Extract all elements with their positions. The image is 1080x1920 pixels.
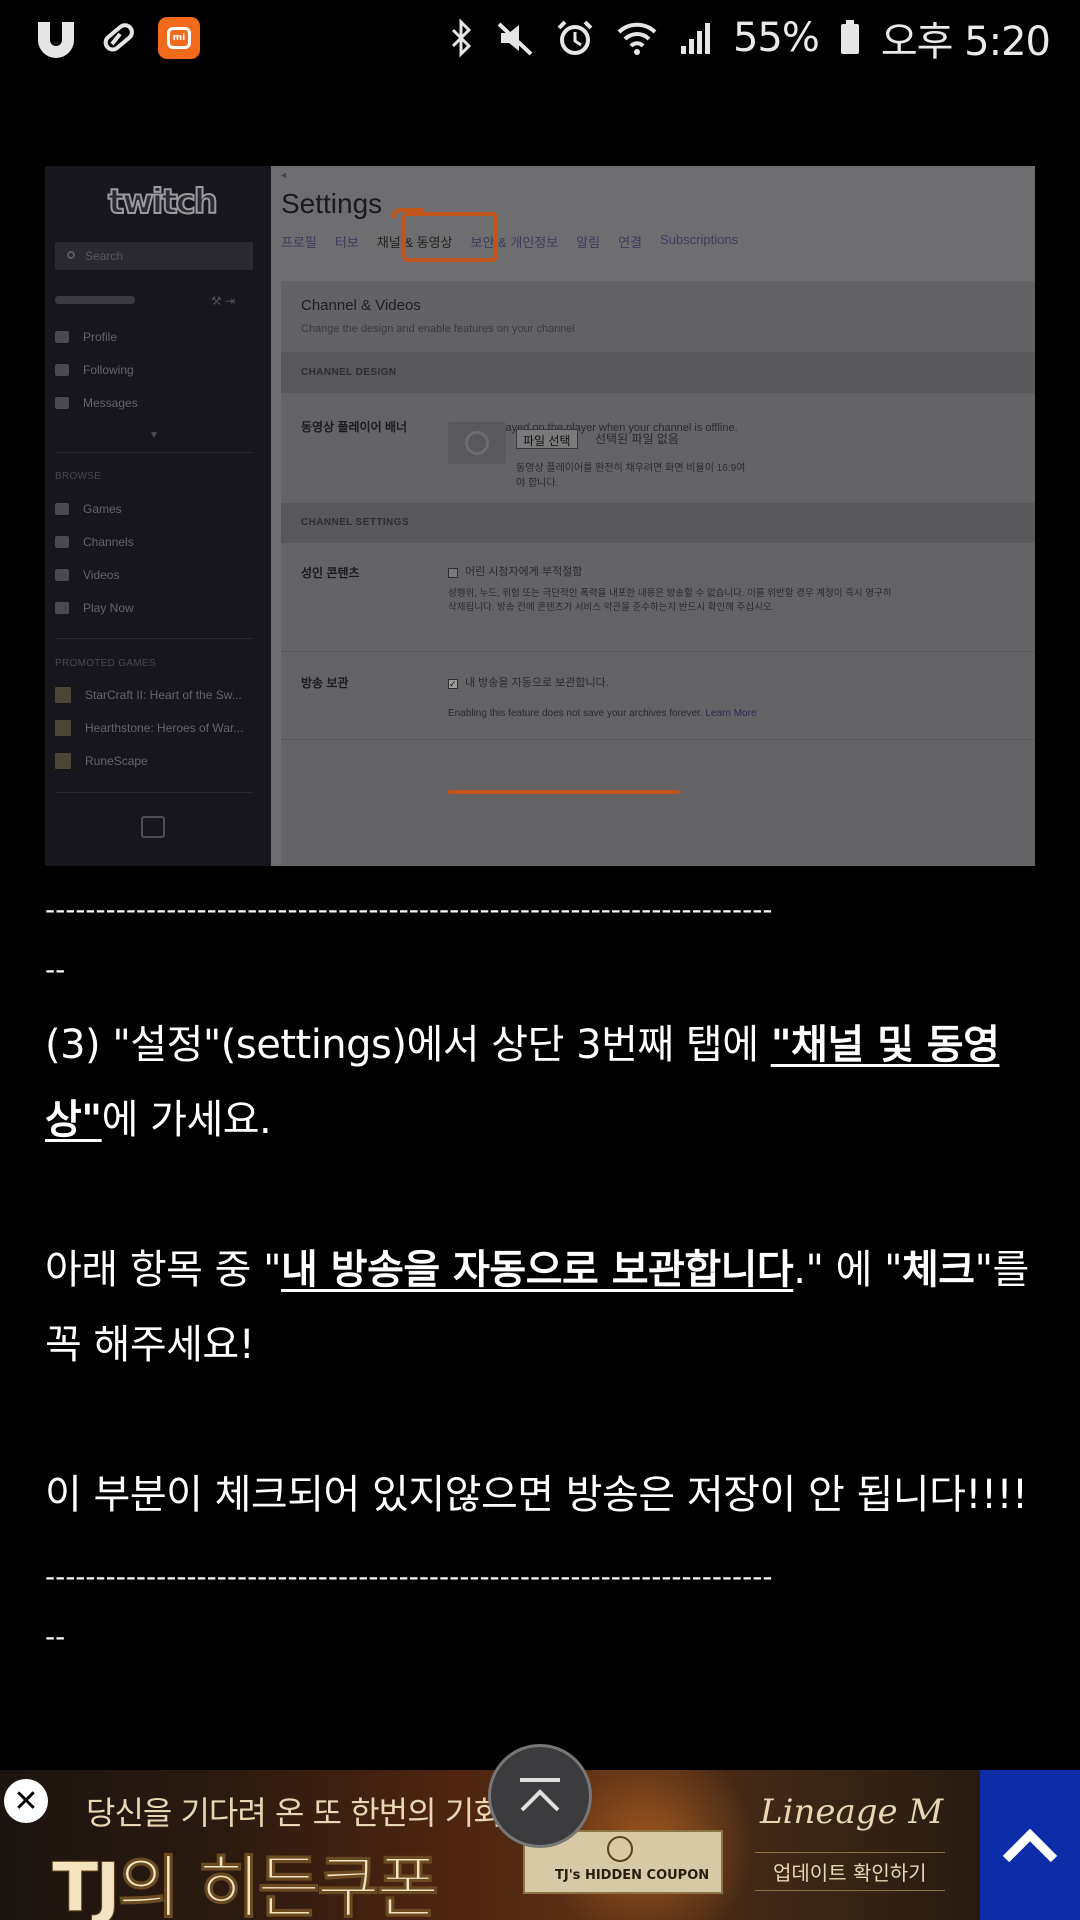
twitch-logo: twitch: [107, 181, 219, 223]
archive-label: 방송 보관: [301, 676, 349, 690]
panel-subtitle: Change the design and enable features on…: [301, 323, 575, 335]
game-thumbnail: [55, 753, 71, 769]
settings-tabs: 프로필 터보 채널 & 동영상 보안 & 개인정보 알림 연결 Subscrip…: [281, 232, 738, 251]
mi-app-icon: mi: [158, 17, 200, 59]
signal-icon: [679, 18, 713, 58]
sidebar-item-channels: Channels: [55, 533, 134, 551]
tab-turbo: 터보: [334, 235, 359, 250]
username-blurred: [55, 296, 135, 304]
twitch-settings-screenshot: twitch Search ⚒ ⇥ Profile Following Mess…: [45, 166, 1035, 866]
panel-title: Channel & Videos: [301, 297, 421, 314]
clock: 오후 5:20: [880, 19, 1051, 65]
channel-videos-panel: Channel & Videos Change the design and e…: [281, 281, 1035, 866]
sidebar-item-videos: Videos: [55, 566, 119, 584]
status-bar: mi 55% 오후 5:20: [0, 0, 1080, 76]
mature-option: 어린 시청자에게 부적절함: [465, 566, 583, 578]
archive-option: 내 방송을 자동으로 보관합니다.: [465, 677, 609, 689]
battery-percent: 55%: [732, 15, 820, 61]
promoted-game: Hearthstone: Heroes of War...: [55, 719, 243, 737]
ad-brand-logo: Lineage M: [760, 1792, 944, 1832]
mature-description: 성행위, 누드, 위험 또는 극단적인 폭력을 내포한 내용은 방송할 수 없습…: [448, 588, 892, 613]
ad-subtitle: 당신을 기다려 온 또 한번의 기회: [86, 1794, 503, 1832]
ad-cta-button[interactable]: 업데이트 확인하기: [755, 1852, 945, 1891]
tab-notifications: 알림: [576, 235, 601, 250]
gamepad-icon: [55, 503, 69, 515]
camera-icon: [55, 536, 69, 548]
warning-text: 이 부분이 체크되어 있지않으면 방송은 저장이 안 됩니다!!!!: [45, 1472, 1028, 1518]
sidebar-item-play-now: Play Now: [55, 599, 134, 617]
sidebar-item-games: Games: [55, 500, 122, 518]
step-instruction: (3) "설정"(settings)에서 상단 3번째 탭에 "채널 및 동영상…: [45, 1022, 1000, 1143]
alarm-icon: [555, 18, 595, 58]
learn-more-link: Learn More: [705, 708, 757, 719]
mature-checkbox: [448, 568, 458, 578]
tab-connections: 연결: [618, 235, 643, 250]
promoted-game: RuneScape: [55, 752, 148, 770]
collapse-arrow-icon: ◂: [281, 170, 287, 181]
chevron-up-icon: [1002, 1828, 1058, 1863]
ad-title: TJ의 히든쿠폰: [51, 1849, 439, 1920]
u-app-icon: [34, 18, 78, 58]
pill-icon: [98, 18, 138, 58]
banner-label: 동영상 플레이어 배너: [301, 420, 408, 434]
twitch-sidebar: twitch Search ⚒ ⇥ Profile Following Mess…: [45, 166, 271, 866]
twitch-settings-main: ◂ Settings 프로필 터보 채널 & 동영상 보안 & 개인정보 알림 …: [271, 166, 1035, 866]
heart-icon: [55, 364, 69, 376]
archive-checkbox: ✓: [448, 679, 458, 689]
auto-archive-link: 내 방송을 자동으로 보관합니다: [281, 1247, 794, 1293]
archive-note: Enabling this feature does not save your…: [448, 708, 757, 719]
file-status: 선택된 파일 없음: [595, 432, 679, 446]
battery-icon: [839, 18, 861, 58]
wifi-icon: [615, 18, 659, 58]
game-thumbnail: [55, 687, 71, 703]
channel-design-header: CHANNEL DESIGN: [281, 353, 1035, 393]
tab-profile: 프로필: [281, 235, 317, 250]
cup-icon: [55, 602, 69, 614]
sidebar-item-profile: Profile: [55, 328, 117, 346]
tab-subscriptions: Subscriptions: [660, 232, 739, 247]
check-instruction: 아래 항목 중 "내 방송을 자동으로 보관합니다." 에 "체크"를 꼭 해주…: [45, 1247, 1029, 1368]
chat-icon: [141, 816, 165, 838]
browse-header: BROWSE: [55, 471, 102, 482]
camera-placeholder-icon: [448, 422, 506, 464]
mature-label: 성인 콘텐츠: [301, 566, 360, 580]
article-body: ----------------------------------------…: [45, 870, 1035, 1677]
promoted-header: PROMOTED GAMES: [55, 658, 156, 669]
envelope-icon: [55, 397, 69, 409]
user-icon: [55, 331, 69, 343]
bluetooth-icon: [449, 18, 475, 58]
play-icon: [55, 569, 69, 581]
game-thumbnail: [55, 720, 71, 736]
file-hint: 동영상 플레이어를 완전히 채우려면 화면 비율이 16:9여야 합니다.: [516, 463, 746, 489]
annotation-box: [402, 212, 498, 262]
channel-settings-header: CHANNEL SETTINGS: [281, 503, 1035, 543]
close-ad-button[interactable]: ✕: [4, 1779, 48, 1823]
search-icon: [67, 251, 75, 259]
annotation-underline: [448, 790, 680, 794]
file-select-button: 파일 선택: [516, 429, 578, 449]
sidebar-item-messages: Messages: [55, 394, 138, 412]
chevron-down-icon: ▼: [149, 430, 159, 441]
search-input: Search: [55, 242, 253, 270]
wrench-icon: ⚒ ⇥: [211, 294, 236, 308]
sidebar-item-following: Following: [55, 361, 134, 379]
scroll-to-top-button[interactable]: [488, 1744, 592, 1848]
mute-icon: [495, 18, 535, 58]
promoted-game: StarCraft II: Heart of the Sw...: [55, 686, 242, 704]
ad-up-button[interactable]: [980, 1770, 1080, 1920]
settings-title: Settings: [281, 188, 383, 219]
close-icon: ✕: [13, 1783, 39, 1819]
scroll-top-icon: [520, 1778, 560, 1812]
